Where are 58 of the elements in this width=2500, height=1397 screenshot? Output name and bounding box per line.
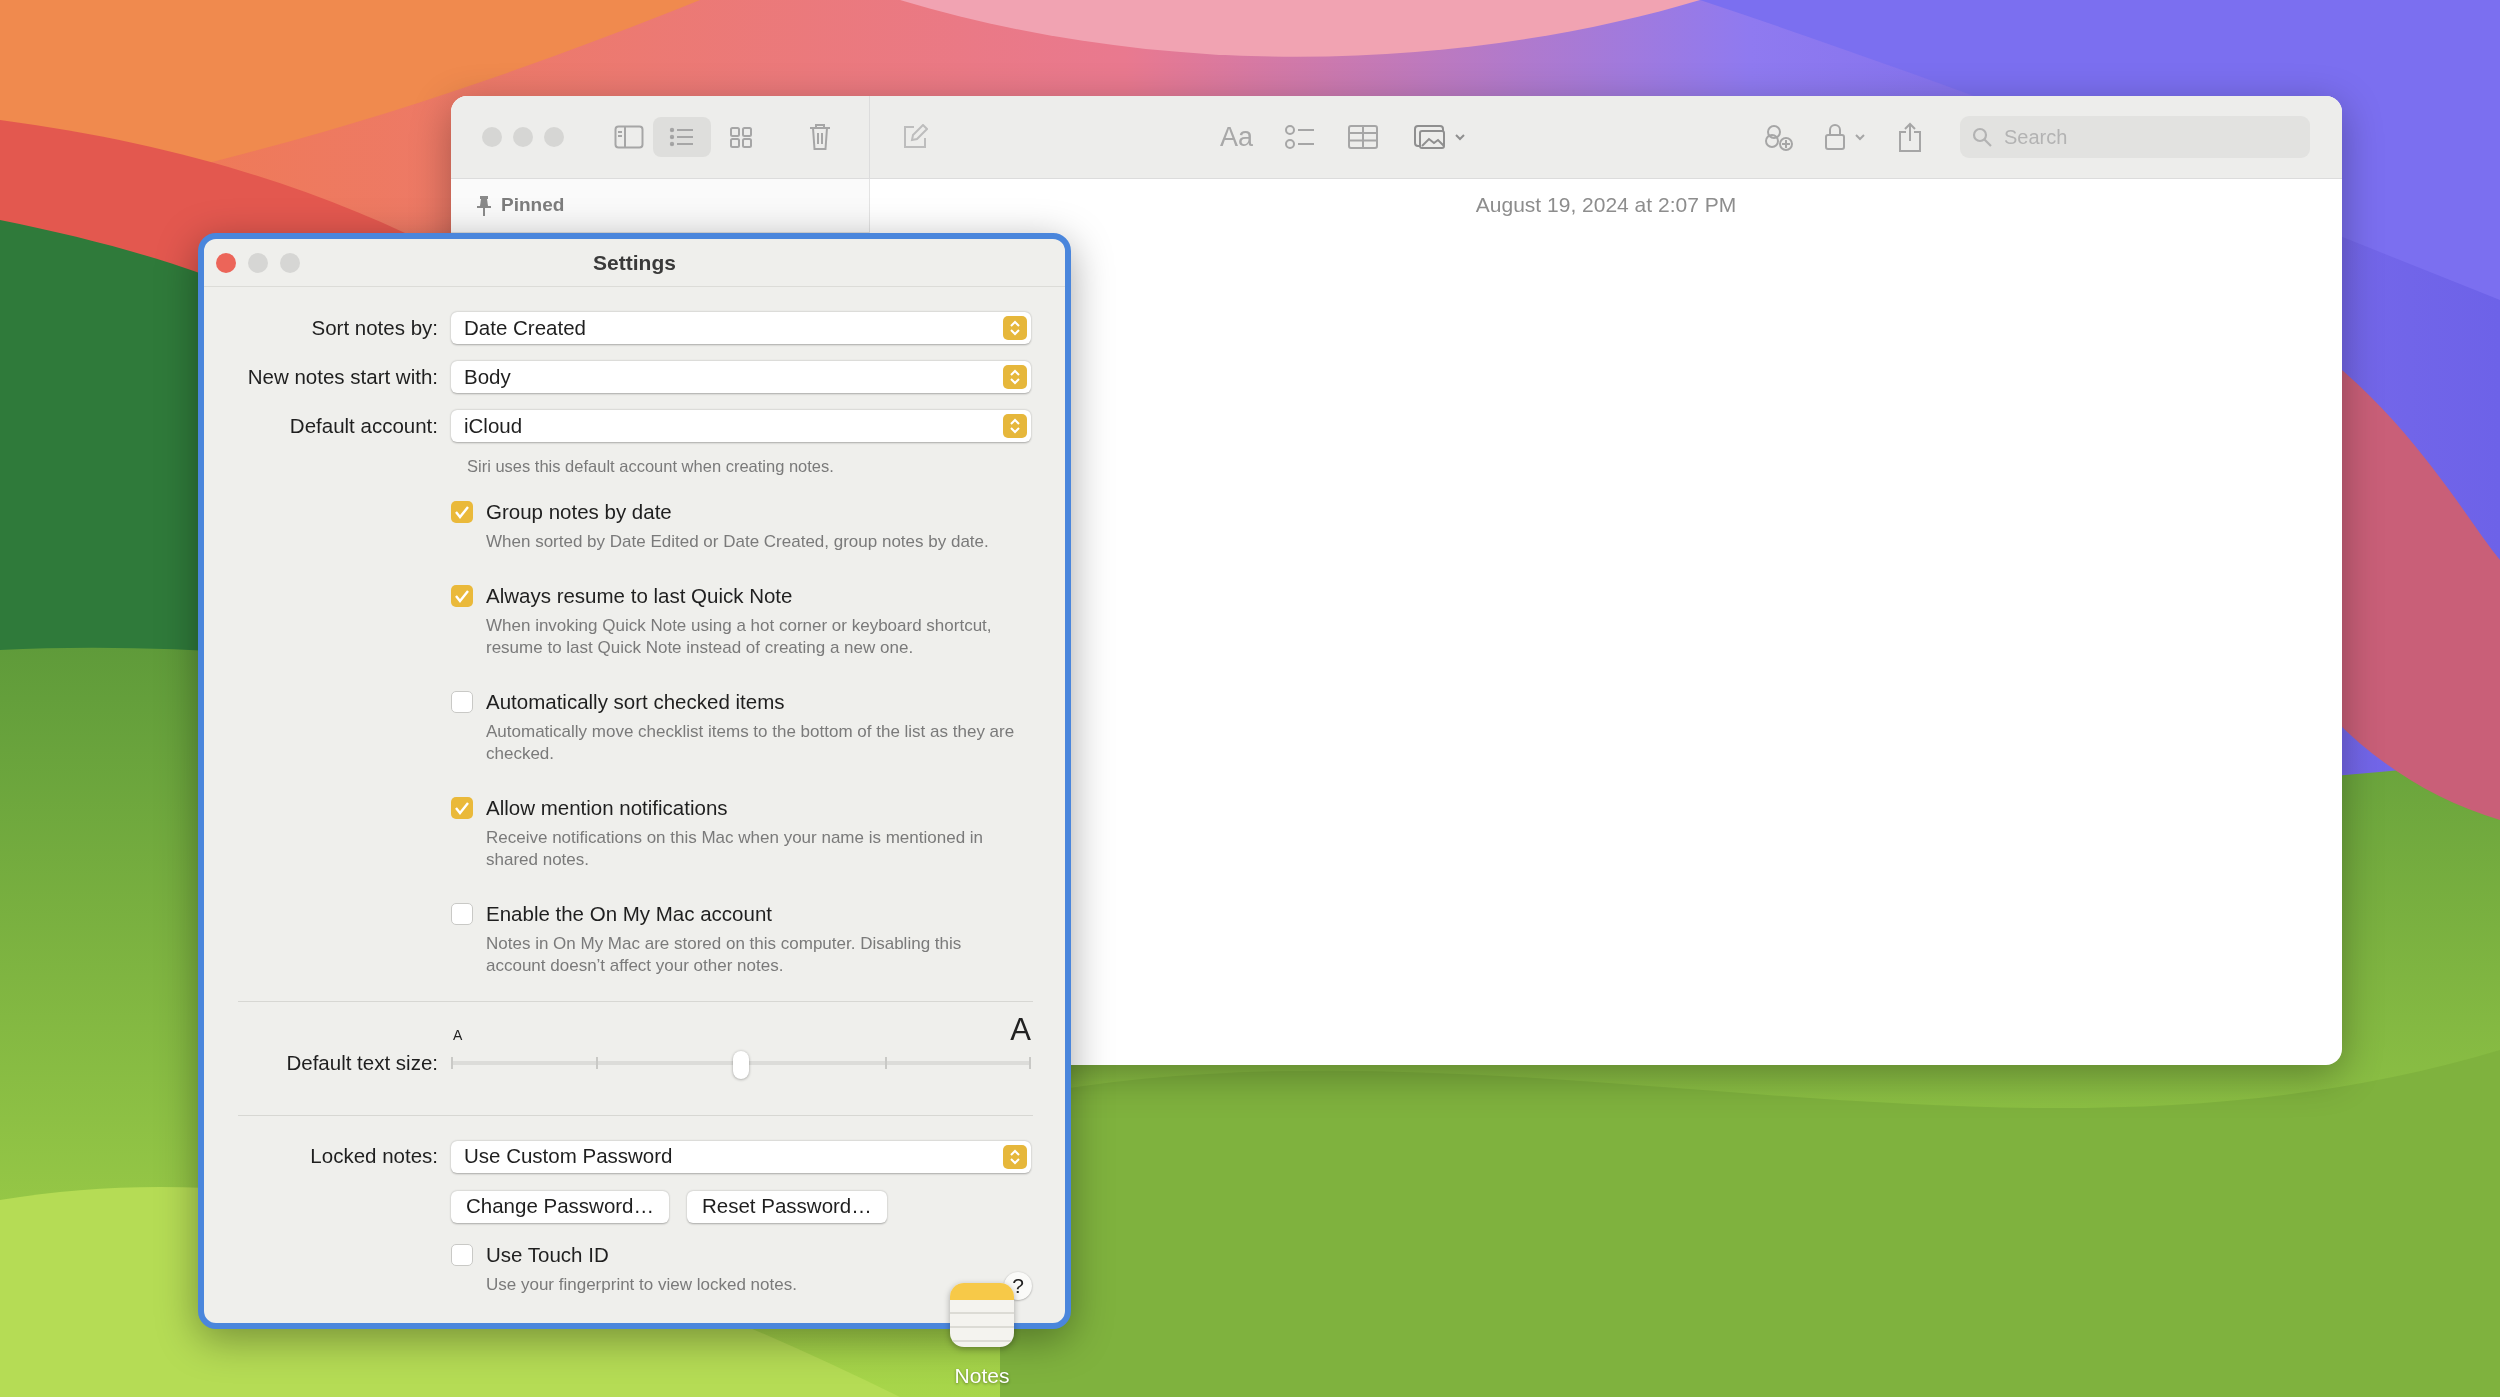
table-icon[interactable] [1348, 125, 1379, 149]
popup-menu[interactable]: iCloud [451, 410, 1031, 442]
field-label: Default account: [288, 412, 438, 439]
small-text-size-label: A [453, 1026, 463, 1045]
section-header: Pinned [501, 193, 565, 218]
list-view-button[interactable] [653, 117, 711, 157]
search-icon [1972, 127, 1993, 147]
checkbox[interactable] [451, 585, 473, 607]
window-zoom-button[interactable] [280, 252, 300, 273]
share-icon[interactable] [1898, 122, 1923, 152]
stepper-icon [1009, 1147, 1021, 1166]
checkbox[interactable] [451, 501, 473, 523]
notes-app-icon[interactable] [950, 1283, 1014, 1349]
option-label: Use Touch ID [486, 1241, 610, 1268]
option-description: Use your fingerprint to view locked notes. [486, 1273, 797, 1296]
popup-menu[interactable]: Use Custom Password [451, 1140, 1031, 1173]
checklist-icon[interactable] [1285, 124, 1316, 150]
trash-icon[interactable] [809, 123, 831, 151]
option-description: When invoking Quick Note using a hot corner or keyboard shortcut, resume to last Quick Note instead of creating a new one. [486, 615, 993, 659]
stepper-icon [1009, 319, 1021, 337]
dock-app-label: Notes [953, 1363, 1011, 1389]
field-label: New notes start with: [246, 363, 438, 390]
text-size-slider[interactable] [451, 1051, 1031, 1076]
media-icon[interactable] [1414, 124, 1467, 150]
pin-icon [477, 195, 491, 216]
popup-menu[interactable]: Body [451, 361, 1031, 393]
window-title: Settings [593, 249, 676, 276]
field-label: Default text size: [285, 1050, 438, 1076]
window-minimize-button[interactable] [248, 252, 268, 273]
option-label: Allow mention notifications [486, 795, 729, 821]
field-label: Sort notes by: [310, 314, 438, 341]
window-close-button[interactable] [216, 252, 236, 273]
compose-icon[interactable] [902, 124, 928, 150]
large-text-size-label: A [1010, 1014, 1031, 1046]
checkbox[interactable] [451, 691, 473, 713]
checkbox[interactable] [451, 903, 473, 925]
option-description: When sorted by Date Edited or Date Created, group notes by date. [486, 531, 990, 553]
option-description: Notes in On My Mac are stored on this computer. Disabling this account doesn’t affect your other notes. [486, 933, 963, 977]
list-icon [669, 126, 695, 148]
reset-password-button[interactable]: Reset Password… [687, 1190, 887, 1223]
option-description: Automatically move checklist items to the bottom of the list as they are checked. [486, 721, 1016, 765]
grid-icon [729, 126, 755, 148]
sidebar-toggle-icon[interactable] [614, 125, 644, 149]
hint-text: Siri uses this default account when creating notes. [467, 456, 835, 477]
checkbox[interactable] [451, 797, 473, 819]
stepper-icon [1009, 368, 1021, 386]
option-description: Receive notifications on this Mac when your name is mentioned in shared notes. [486, 827, 985, 871]
change-password-button[interactable]: Change Password… [451, 1190, 669, 1223]
option-label: Group notes by date [486, 499, 673, 525]
option-label: Enable the On My Mac account [486, 901, 773, 927]
slider-thumb[interactable] [733, 1051, 749, 1080]
option-label: Automatically sort checked items [486, 689, 786, 715]
stepper-icon [1009, 417, 1021, 435]
note-date: August 19, 2024 at 2:07 PM [1475, 193, 1737, 216]
field-label: Locked notes: [309, 1143, 438, 1170]
popup-menu[interactable]: Date Created [451, 312, 1031, 344]
checkbox[interactable] [451, 1243, 473, 1266]
option-label: Always resume to last Quick Note [486, 583, 794, 609]
